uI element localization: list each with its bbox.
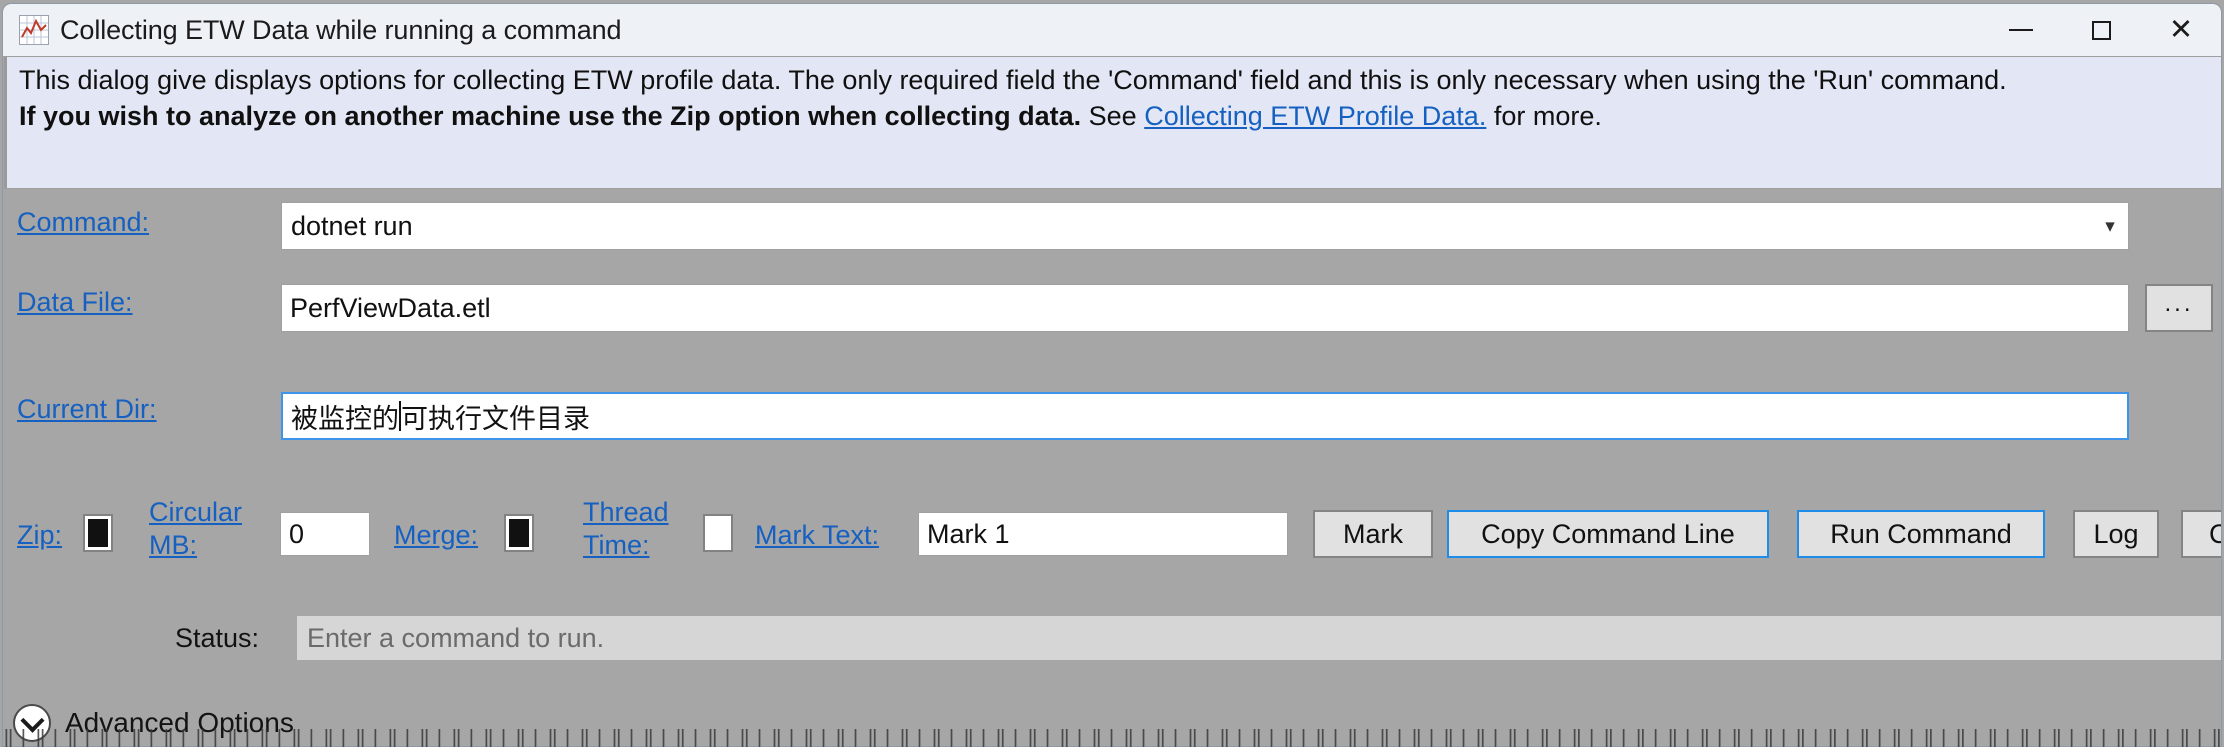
run-command-button[interactable]: Run Command: [1797, 510, 2045, 558]
chart-icon: [19, 15, 49, 45]
help-line-2: 'Run' command.: [1813, 65, 2007, 95]
titlebar: Collecting ETW Data while running a comm…: [3, 4, 2221, 56]
chevron-down-icon[interactable]: ▾: [2092, 215, 2128, 238]
cancel-button[interactable]: Cancel: [2181, 510, 2221, 558]
help-line-3-bold: If you wish to analyze on another machin…: [19, 101, 1082, 131]
collecting-etw-profile-data-link[interactable]: Collecting ETW Profile Data.: [1144, 101, 1486, 131]
copy-command-line-button[interactable]: Copy Command Line: [1447, 510, 1769, 558]
current-dir-input[interactable]: 被监控的 可执行文件目录: [281, 392, 2129, 440]
command-label[interactable]: Command:: [17, 207, 149, 238]
help-banner: This dialog give displays options for co…: [4, 56, 2221, 189]
help-line-1: This dialog give displays options for co…: [19, 65, 1806, 95]
command-combobox[interactable]: dotnet run ▾: [281, 202, 2129, 250]
maximize-icon: [2091, 20, 2111, 40]
mark-text-label[interactable]: Mark Text:: [755, 520, 879, 551]
current-dir-label[interactable]: Current Dir:: [17, 394, 157, 425]
screen: ┐ ┌─┐─ ─┐─┐──┌ ─ ───── ▌n▌: [0, 0, 2224, 747]
minimize-icon: [2009, 29, 2033, 31]
window-title: Collecting ETW Data while running a comm…: [60, 14, 622, 45]
close-button[interactable]: ✕: [2141, 4, 2221, 56]
help-line-3-tail: for more.: [1493, 101, 1602, 131]
minimize-button[interactable]: [1981, 4, 2061, 56]
thread-time-checkbox[interactable]: [703, 514, 733, 552]
circular-mb-label-line1: Circular: [149, 497, 243, 527]
close-icon: ✕: [2168, 13, 2194, 46]
current-dir-value-before-caret: 被监控的: [291, 403, 399, 434]
browse-data-file-button[interactable]: ...: [2145, 284, 2213, 332]
status-field: Enter a command to run.: [297, 616, 2221, 660]
mark-text-input[interactable]: Mark 1: [918, 512, 1288, 556]
zip-label[interactable]: Zip:: [17, 520, 62, 551]
current-dir-value-after-caret: 可执行文件目录: [401, 403, 590, 434]
log-button[interactable]: Log: [2073, 510, 2159, 558]
circular-mb-label[interactable]: Circular MB:: [149, 496, 269, 562]
thread-time-label[interactable]: Thread Time:: [583, 496, 693, 562]
thread-time-label-line2: Time:: [583, 530, 650, 560]
merge-label[interactable]: Merge:: [394, 520, 478, 551]
maximize-button[interactable]: [2061, 4, 2141, 56]
background-window-bottom-edge: ║│║│║│║│║│║│║│║│║│║│║│║│║│║│║│║│║│║│║│║│…: [0, 729, 2224, 747]
help-line-3-see: See: [1088, 101, 1137, 131]
thread-time-label-line1: Thread: [583, 497, 669, 527]
window-controls: ✕: [1981, 4, 2221, 56]
circular-mb-label-line2: MB:: [149, 530, 198, 560]
circular-mb-input[interactable]: 0: [280, 512, 370, 556]
etw-collection-dialog: Collecting ETW Data while running a comm…: [2, 3, 2222, 747]
status-label: Status:: [175, 623, 260, 653]
mark-button[interactable]: Mark: [1313, 510, 1433, 558]
data-file-input[interactable]: PerfViewData.etl: [281, 284, 2129, 332]
zip-checkbox[interactable]: [83, 514, 113, 552]
command-input[interactable]: dotnet run: [282, 211, 2092, 242]
merge-checkbox[interactable]: [504, 514, 534, 552]
data-file-label[interactable]: Data File:: [17, 287, 133, 318]
